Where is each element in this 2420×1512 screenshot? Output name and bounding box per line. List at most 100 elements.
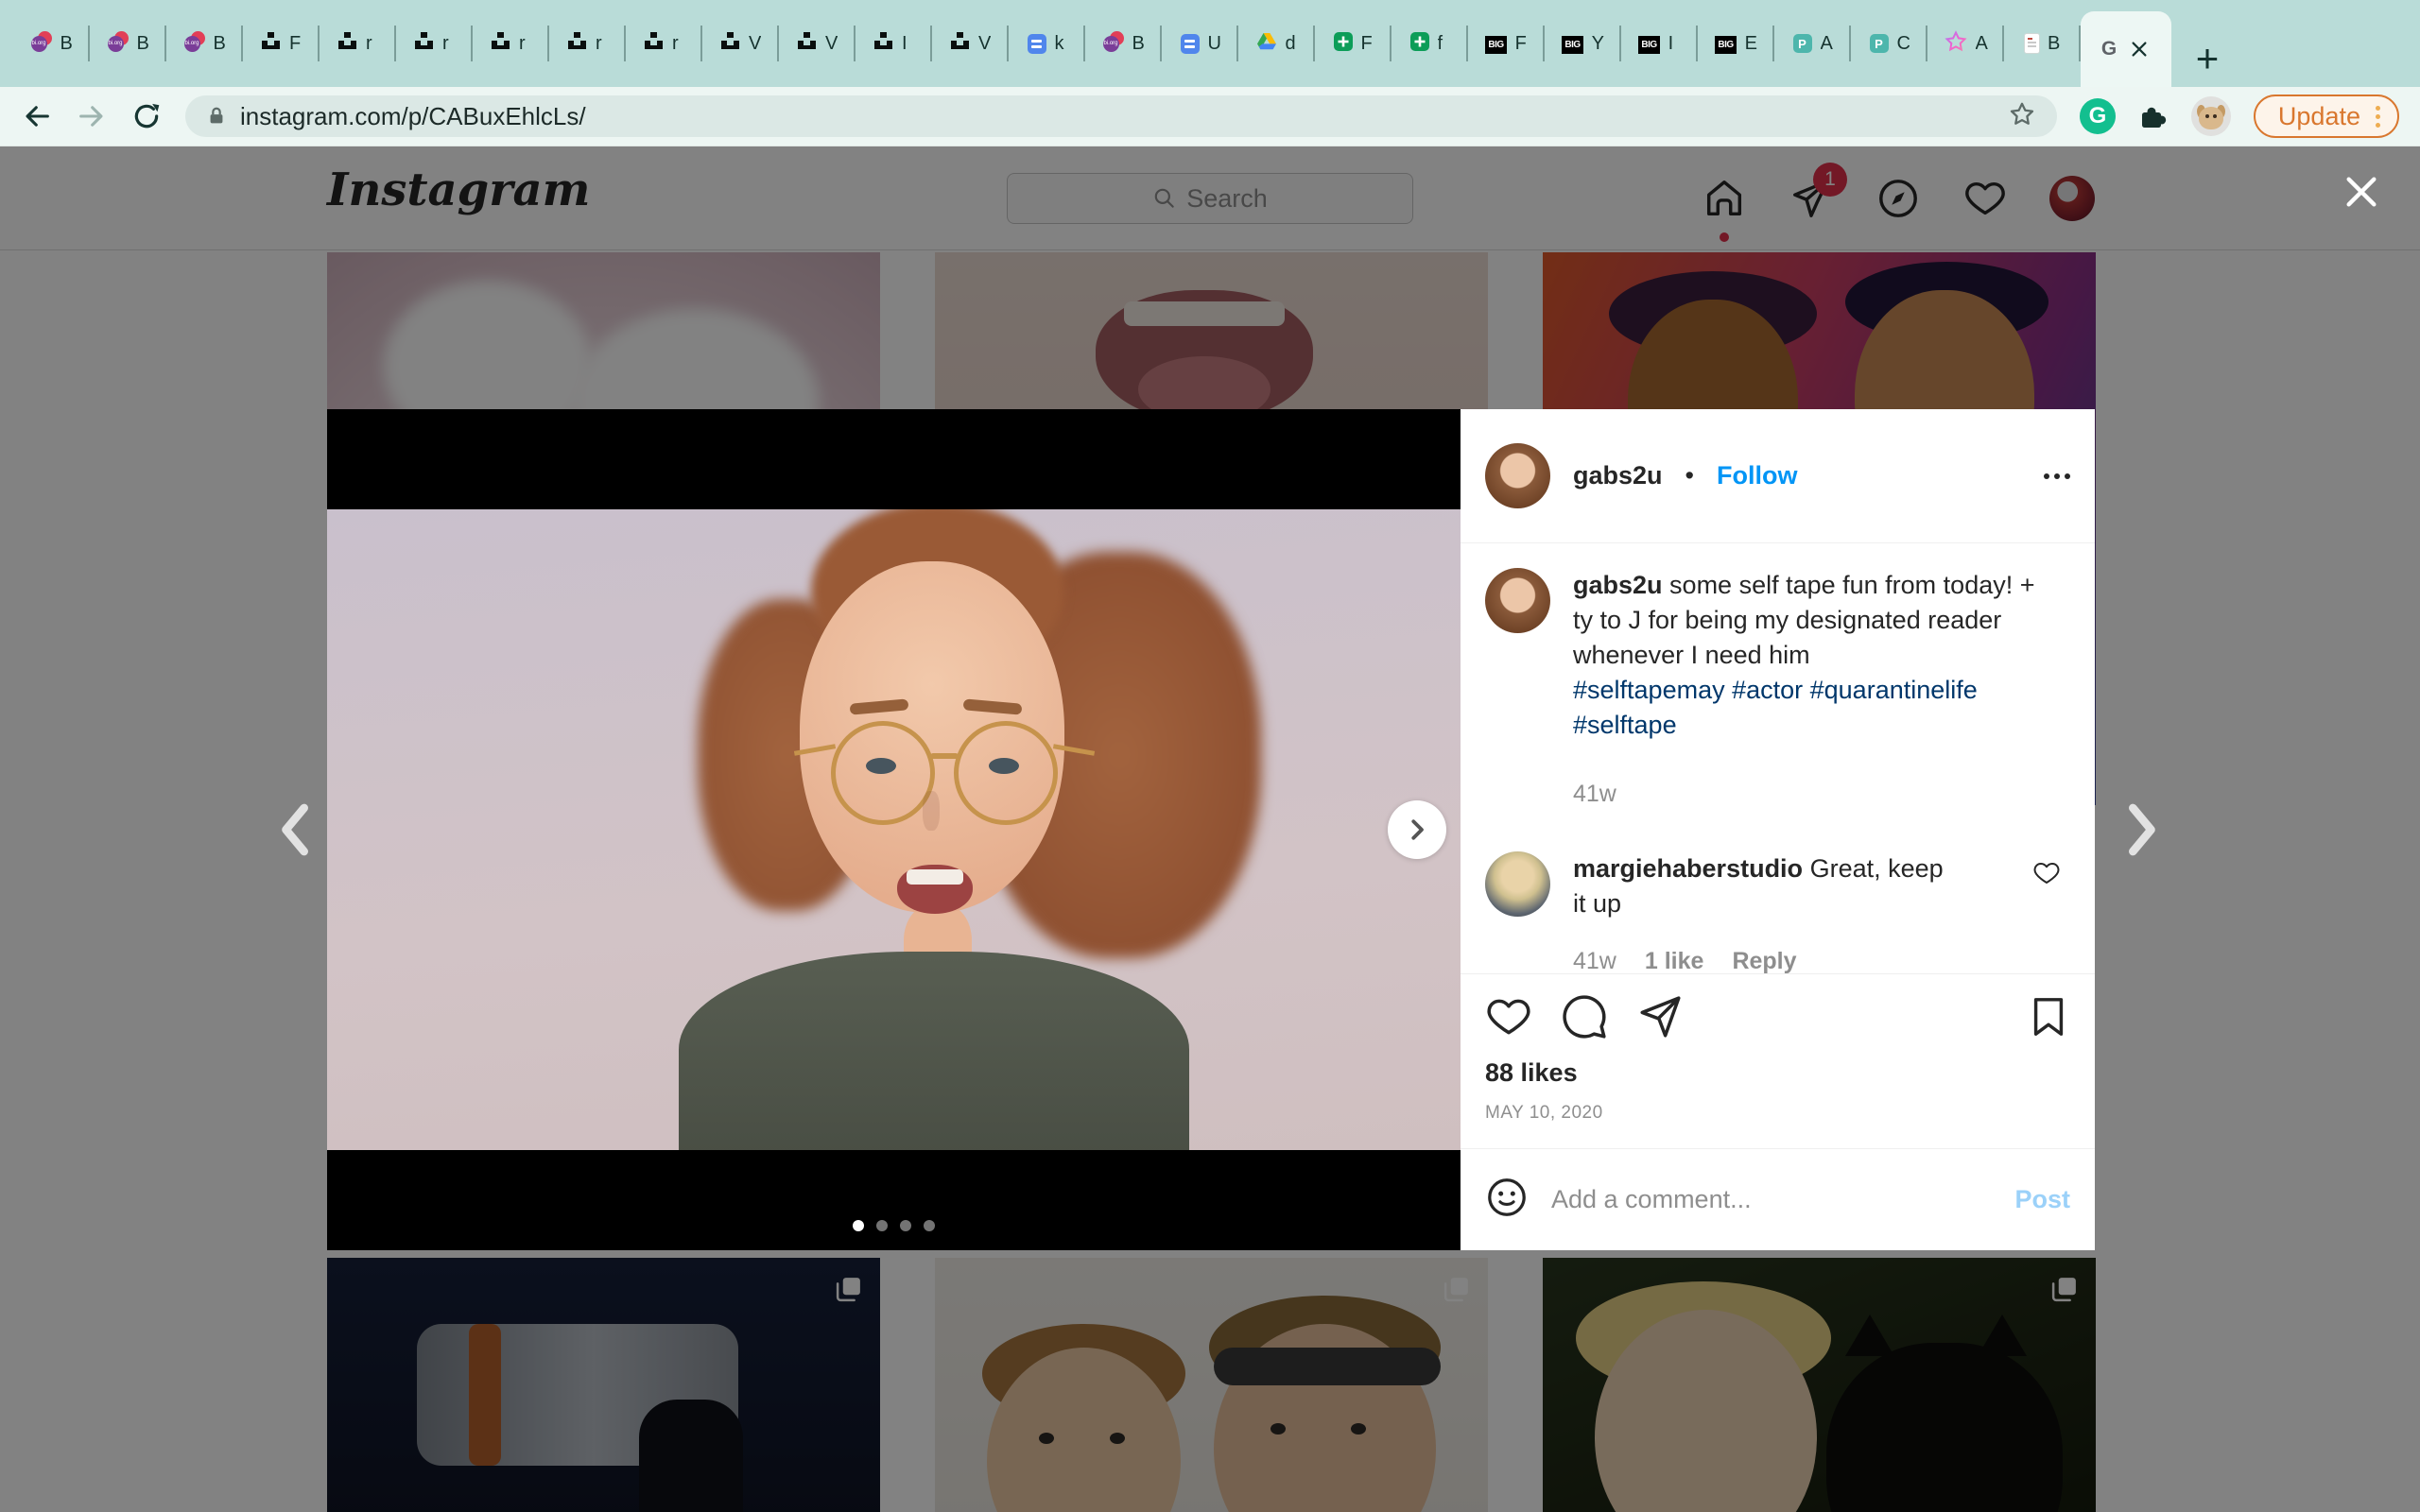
tab-title: A — [1821, 33, 1833, 55]
comment-like-count[interactable]: 1 like — [1645, 948, 1704, 973]
comment-icon[interactable] — [1561, 993, 1608, 1045]
blackapp-favicon — [261, 31, 281, 56]
browser-tab-big[interactable]: BIGF — [1468, 0, 1545, 87]
tab-title: B — [1132, 33, 1145, 55]
browser-tab-biorg[interactable]: bi.orgB — [13, 0, 90, 87]
browser-tab-star[interactable]: A — [1927, 0, 2004, 87]
chrome-update-button[interactable]: Update — [2254, 94, 2399, 138]
close-modal-icon[interactable] — [2341, 171, 2382, 213]
comment-input[interactable]: Add a comment... — [1551, 1185, 1992, 1214]
browser-tab-big[interactable]: BIGE — [1698, 0, 1774, 87]
lock-icon — [206, 104, 227, 129]
browser-tab-gsheets[interactable]: F — [1315, 0, 1392, 87]
browser-tab-pteal[interactable]: PA — [1774, 0, 1851, 87]
blackapp-favicon — [491, 31, 510, 56]
biorg-favicon: bi.org — [31, 31, 52, 57]
close-tab-icon[interactable] — [2128, 38, 2151, 60]
browser-tab-blackapp[interactable]: r — [473, 0, 549, 87]
blackapp-favicon — [414, 31, 434, 56]
previous-post-button[interactable] — [272, 799, 321, 861]
browser-tab-biorg[interactable]: bi.orgB — [166, 0, 243, 87]
star-favicon — [1945, 30, 1967, 58]
big-favicon: BIG — [1485, 35, 1506, 52]
browser-profile-avatar[interactable] — [2191, 96, 2231, 136]
blackapp-favicon — [567, 31, 587, 56]
tab-title: r — [366, 33, 378, 55]
site-favicon: G — [2101, 38, 2117, 60]
poster-avatar[interactable] — [1485, 568, 1550, 633]
forward-button[interactable] — [76, 100, 108, 132]
tab-title: U — [1208, 33, 1220, 55]
tab-title: r — [596, 33, 608, 55]
browser-tab-blackapp[interactable]: V — [932, 0, 1009, 87]
big-favicon: BIG — [1562, 35, 1582, 52]
browser-tab-blackapp[interactable]: V — [779, 0, 856, 87]
reload-button[interactable] — [130, 100, 163, 132]
like-count[interactable]: 88 likes — [1485, 1058, 2070, 1088]
new-tab-button[interactable]: + — [2187, 30, 2228, 87]
browser-menu-icon[interactable] — [2376, 106, 2380, 128]
comment-reply-button[interactable]: Reply — [1732, 948, 1796, 973]
pteal-favicon: P — [1870, 34, 1889, 53]
post-comment-button[interactable]: Post — [2014, 1185, 2070, 1214]
url-text: instagram.com/p/CABuxEhlcLs/ — [240, 102, 586, 131]
biorg-favicon: bi.org — [108, 31, 129, 57]
poster-username[interactable]: gabs2u — [1573, 461, 1663, 490]
like-icon[interactable] — [1485, 993, 1532, 1045]
back-button[interactable] — [21, 100, 53, 132]
tab-title: F — [1361, 33, 1374, 55]
tab-title: B — [2048, 33, 2060, 55]
comment-row: margiehaberstudio Great, keep it up 41w … — [1485, 851, 2070, 973]
next-post-button[interactable] — [2116, 799, 2165, 861]
caption-row: gabs2u some self tape fun from today! + … — [1485, 568, 2070, 808]
more-options-icon[interactable] — [2044, 473, 2070, 479]
browser-tab-gdrive[interactable]: d — [1238, 0, 1315, 87]
update-label: Update — [2278, 102, 2360, 131]
comment-timestamp: 41w — [1573, 948, 1616, 973]
browser-tab-blackapp[interactable]: r — [320, 0, 396, 87]
browser-tab-gdocs[interactable]: k — [1009, 0, 1085, 87]
carousel-next-button[interactable] — [1388, 800, 1446, 859]
browser-tab-blackapp[interactable]: r — [549, 0, 626, 87]
follow-button[interactable]: Follow — [1717, 461, 1797, 490]
carousel-dot — [853, 1220, 864, 1231]
tab-title: V — [825, 33, 838, 55]
tab-title: k — [1055, 33, 1067, 55]
extensions-puzzle-icon[interactable] — [2138, 101, 2169, 131]
grammarly-extension-icon[interactable]: G — [2080, 98, 2116, 134]
bookmark-star-icon[interactable] — [2008, 100, 2036, 133]
commenter-avatar[interactable] — [1485, 851, 1550, 917]
post-modal: gabs2u • Follow gabs2u some self tape fu… — [327, 409, 2095, 1250]
browser-tab-gsheets[interactable]: f — [1392, 0, 1468, 87]
tab-title: r — [442, 33, 455, 55]
active-browser-tab[interactable]: G — [2081, 11, 2171, 87]
browser-tab-big[interactable]: BIGY — [1545, 0, 1621, 87]
browser-tab-blackapp[interactable]: V — [702, 0, 779, 87]
browser-tab-big[interactable]: BIGI — [1621, 0, 1698, 87]
emoji-icon[interactable] — [1485, 1176, 1529, 1224]
commenter-username[interactable]: margiehaberstudio — [1573, 854, 1803, 883]
browser-tab-pteal[interactable]: PC — [1851, 0, 1927, 87]
address-bar[interactable]: instagram.com/p/CABuxEhlcLs/ — [185, 95, 2057, 137]
tab-title: E — [1745, 33, 1757, 55]
caption-hashtags[interactable]: #selftapemay #actor #quarantinelife #sel… — [1573, 673, 2042, 743]
browser-tab-blackapp[interactable]: I — [856, 0, 932, 87]
post-date: MAY 10, 2020 — [1485, 1103, 2070, 1124]
post-caption: gabs2u some self tape fun from today! + … — [1573, 568, 2070, 743]
poster-avatar[interactable] — [1485, 443, 1550, 508]
browser-tab-gdocs[interactable]: U — [1162, 0, 1238, 87]
caption-username[interactable]: gabs2u — [1573, 571, 1663, 599]
blackapp-favicon — [720, 31, 740, 56]
browser-tab-biorg[interactable]: bi.orgB — [1085, 0, 1162, 87]
browser-tab-blackapp[interactable]: r — [396, 0, 473, 87]
comment-like-icon[interactable] — [2032, 859, 2070, 973]
browser-tab-blackapp[interactable]: F — [243, 0, 320, 87]
share-icon[interactable] — [1636, 993, 1684, 1045]
tab-title: r — [672, 33, 684, 55]
browser-tab-biorg[interactable]: bi.orgB — [90, 0, 166, 87]
gsheets-favicon — [1410, 32, 1429, 56]
browser-tab-whitedoc[interactable]: B — [2004, 0, 2081, 87]
gdocs-favicon — [1181, 34, 1200, 54]
save-bookmark-icon[interactable] — [2027, 995, 2070, 1043]
browser-tab-blackapp[interactable]: r — [626, 0, 702, 87]
